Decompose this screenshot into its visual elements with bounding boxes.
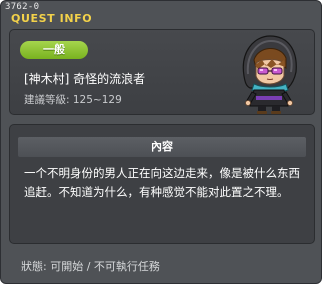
quest-description: 一个不明身份的男人正在向这边走来，像是被什么东西追赶。不知道为什么，有种感觉不能… [24,166,300,199]
quest-summary-panel: 一般 [神木村] 奇怪的流浪者 建議等級: 125~129 [9,29,315,115]
npc-portrait-icon [242,35,297,114]
content-header: 內容 [18,137,306,157]
window-title: QUEST INFO [11,12,93,25]
quest-info-window: 3762-0 QUEST INFO 一般 [神木村] 奇怪的流浪者 建議等級: … [0,0,322,284]
quest-recommended-level: 建議等級: 125~129 [24,94,122,106]
quest-status: 狀態: 可開始 / 不可執行任務 [21,260,160,273]
quest-content-panel: 內容 一个不明身份的男人正在向这边走来，像是被什么东西追赶。不知道为什么，有种感… [9,124,315,244]
quest-name: [神木村] 奇怪的流浪者 [24,72,146,86]
window-id: 3762-0 [5,2,40,12]
quest-category-badge: 一般 [20,41,88,59]
